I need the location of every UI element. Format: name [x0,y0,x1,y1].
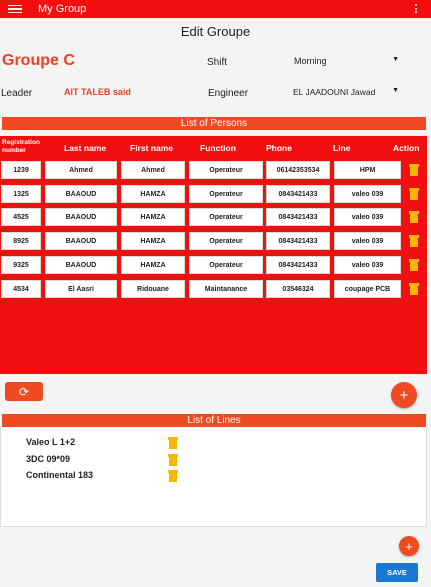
cell-reg: 9325 [1,256,41,274]
cell-last: El Aasri [45,280,117,298]
cell-line: valeo 039 [334,256,401,274]
header-registration-line1: Registration [2,139,40,146]
cell-phone: 0843421433 [266,208,330,226]
cell-last: BAAOUD [45,256,117,274]
cell-first: HAMZA [121,185,185,203]
cell-last: Ahmed [45,161,117,179]
trash-icon[interactable] [409,188,419,200]
cell-last: BAAOUD [45,185,117,203]
cell-phone: 0843421433 [266,185,330,203]
cell-first: HAMZA [121,208,185,226]
cell-function: Maintanance [189,280,263,298]
cell-first: Ahmed [121,161,185,179]
cell-phone: 06142353534 [266,161,330,179]
engineer-select[interactable]: EL JAADOUNI Jawad ▼ [293,87,399,97]
trash-icon[interactable] [168,437,178,449]
menu-icon[interactable] [8,4,22,14]
refresh-icon: ⟳ [18,384,30,399]
cell-phone: 0843421433 [266,232,330,250]
page-title: Edit Groupe [180,24,251,39]
cell-last: BAAOUD [45,232,117,250]
trash-icon[interactable] [168,454,178,466]
cell-function: Operateur [189,161,263,179]
cell-first: Ridouane [121,280,185,298]
persons-section-title: List of Persons [2,117,426,130]
shift-label: Shift [207,57,228,68]
cell-function: Operateur [189,208,263,226]
shift-select[interactable]: Morning ▼ [294,56,399,66]
shift-value: Morning [294,56,327,66]
line-item: Valeo L 1+2 [26,437,76,447]
trash-icon[interactable] [409,259,419,271]
app-title: My Group [38,3,87,15]
header-phone: Phone [266,143,292,153]
group-name: Groupe C [2,52,75,69]
cell-reg: 4525 [1,208,41,226]
cell-reg: 1239 [1,161,41,179]
add-person-button[interactable]: + [391,382,417,408]
cell-phone: 03546324 [266,280,330,298]
leader-label: Leader [1,88,33,99]
cell-first: HAMZA [121,256,185,274]
trash-icon[interactable] [168,470,178,482]
header-registration: Registration number [2,139,40,155]
cell-function: Operateur [189,185,263,203]
add-line-button[interactable]: + [399,536,419,556]
cell-line: valeo 039 [334,232,401,250]
refresh-button[interactable]: ⟳ [5,382,43,401]
cell-reg: 4534 [1,280,41,298]
line-item: Continental 183 [26,470,94,480]
plus-icon: + [405,538,413,554]
cell-line: valeo 039 [334,208,401,226]
engineer-label: Engineer [208,88,249,99]
chevron-down-icon: ▼ [392,87,399,94]
trash-icon[interactable] [409,211,419,223]
cell-reg: 8925 [1,232,41,250]
header-registration-line2: number [2,147,26,154]
line-item: 3DC 09*09 [26,454,71,464]
cell-function: Operateur [189,256,263,274]
trash-icon[interactable] [409,235,419,247]
save-button[interactable]: SAVE [376,563,418,582]
chevron-down-icon: ▼ [392,56,399,63]
cell-reg: 1325 [1,185,41,203]
header-line: Line [333,143,351,153]
cell-phone: 0843421433 [266,256,330,274]
cell-first: HAMZA [121,232,185,250]
cell-function: Operateur [189,232,263,250]
cell-line: valeo 039 [334,185,401,203]
header-first-name: First name [130,143,173,153]
cell-line: HPM [334,161,401,179]
lines-section-title: List of Lines [2,414,426,427]
header-action: Action [393,143,420,153]
cell-line: coupage PCB [334,280,401,298]
header-function: Function [200,143,236,153]
more-vertical-icon[interactable] [415,4,417,13]
trash-icon[interactable] [409,283,419,295]
cell-last: BAAOUD [45,208,117,226]
app-bar: My Group [0,0,431,18]
header-last-name: Last name [64,143,107,153]
trash-icon[interactable] [409,164,419,176]
engineer-value: EL JAADOUNI Jawad [293,87,376,97]
plus-icon: + [399,386,409,404]
leader-value: AIT TALEB said [64,87,131,97]
